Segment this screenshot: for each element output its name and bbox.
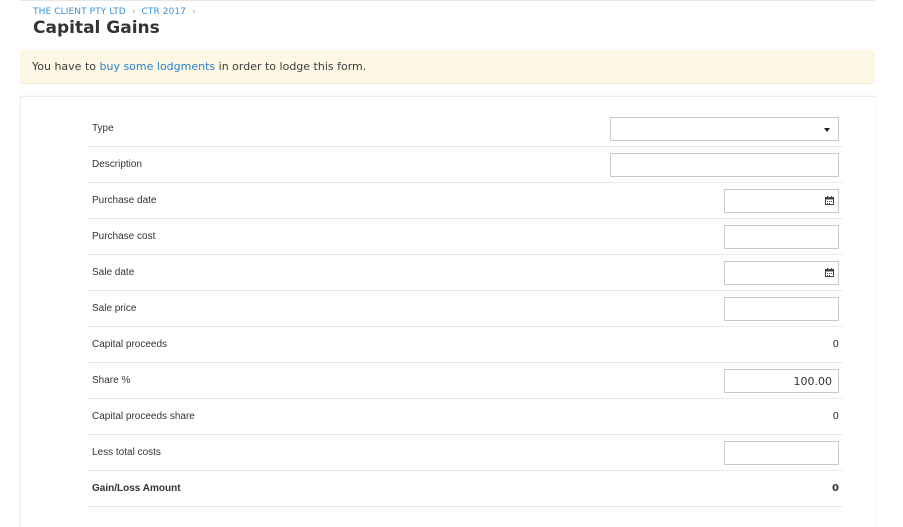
breadcrumb-separator: › xyxy=(192,7,196,17)
purchase-cost-field[interactable] xyxy=(724,225,839,249)
breadcrumb-return[interactable]: CTR 2017 xyxy=(141,7,186,17)
capital-proceeds-label: Capital proceeds xyxy=(92,339,168,350)
form-row-gain-loss: Gain/Loss Amount 0 xyxy=(88,471,843,507)
form-row-capital-proceeds: Capital proceeds 0 xyxy=(88,327,843,363)
type-value[interactable] xyxy=(611,118,838,140)
sale-price-input[interactable] xyxy=(725,298,838,320)
sale-date-field[interactable] xyxy=(724,261,839,285)
purchase-date-label: Purchase date xyxy=(92,195,157,206)
sale-date-input[interactable] xyxy=(725,262,838,284)
purchase-date-field[interactable] xyxy=(724,189,839,213)
sale-date-label: Sale date xyxy=(92,267,135,278)
calendar-icon[interactable] xyxy=(825,196,834,205)
form-row-less-total-costs: Less total costs xyxy=(88,435,843,471)
type-select[interactable] xyxy=(610,117,839,141)
lodgment-alert: You have to buy some lodgments in order … xyxy=(20,50,875,84)
form-row-capital-proceeds-share: Capital proceeds share 0 xyxy=(88,399,843,435)
form-row-sale-price: Sale price xyxy=(88,291,843,327)
sale-price-label: Sale price xyxy=(92,303,137,314)
alert-text-prefix: You have to xyxy=(32,60,100,73)
less-total-costs-field[interactable] xyxy=(724,441,839,465)
capital-gains-form: Type Description Purchase date Purchase … xyxy=(88,111,843,507)
breadcrumb-separator: › xyxy=(131,7,136,17)
gain-loss-label: Gain/Loss Amount xyxy=(92,483,181,494)
share-label: Share % xyxy=(92,375,131,386)
breadcrumb-client[interactable]: THE CLIENT PTY LTD xyxy=(33,7,126,17)
buy-lodgments-link[interactable]: buy some lodgments xyxy=(99,60,215,73)
description-field[interactable] xyxy=(610,153,839,177)
capital-proceeds-share-value: 0 xyxy=(832,411,839,422)
purchase-cost-label: Purchase cost xyxy=(92,231,156,242)
form-row-type: Type xyxy=(88,111,843,147)
purchase-cost-input[interactable] xyxy=(725,226,838,248)
page-title: Capital Gains xyxy=(33,18,160,38)
form-row-share: Share % xyxy=(88,363,843,399)
form-row-purchase-date: Purchase date xyxy=(88,183,843,219)
type-label: Type xyxy=(92,123,114,134)
alert-text-suffix: in order to lodge this form. xyxy=(215,60,367,73)
chevron-down-icon[interactable] xyxy=(824,128,830,132)
capital-proceeds-value: 0 xyxy=(832,339,839,350)
less-total-costs-label: Less total costs xyxy=(92,447,161,458)
purchase-date-input[interactable] xyxy=(725,190,838,212)
top-divider xyxy=(20,0,875,1)
gain-loss-value: 0 xyxy=(832,483,839,494)
form-row-sale-date: Sale date xyxy=(88,255,843,291)
description-input[interactable] xyxy=(611,154,838,176)
less-total-costs-input[interactable] xyxy=(725,442,838,464)
form-row-purchase-cost: Purchase cost xyxy=(88,219,843,255)
breadcrumb: THE CLIENT PTY LTD › CTR 2017 › xyxy=(33,7,199,17)
share-field[interactable] xyxy=(724,369,839,393)
calendar-icon[interactable] xyxy=(825,268,834,277)
sale-price-field[interactable] xyxy=(724,297,839,321)
description-label: Description xyxy=(92,159,143,170)
share-input[interactable] xyxy=(725,370,838,392)
capital-proceeds-share-label: Capital proceeds share xyxy=(92,411,195,422)
form-row-description: Description xyxy=(88,147,843,183)
